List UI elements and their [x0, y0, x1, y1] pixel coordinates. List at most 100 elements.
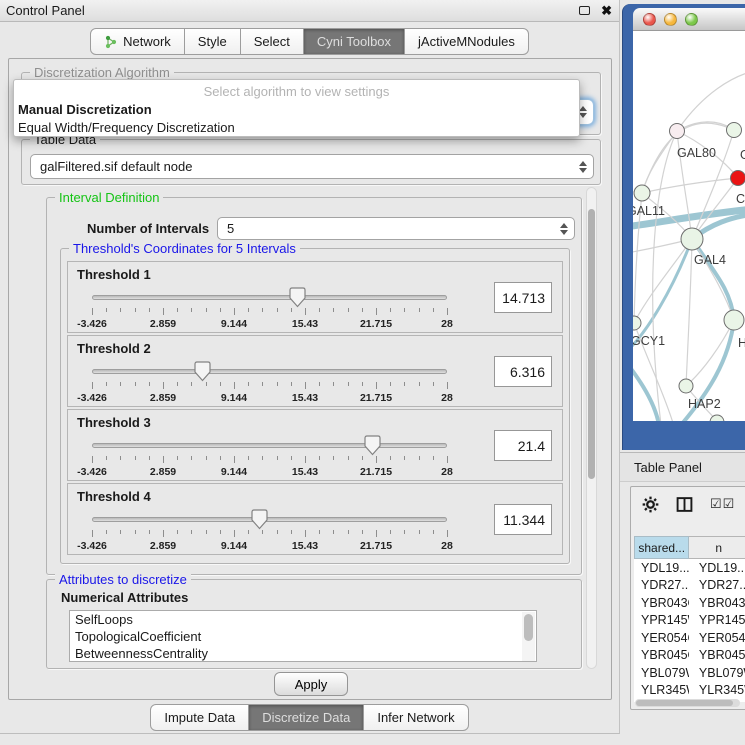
scale-label: 21.715 — [360, 318, 392, 330]
attribute-item-betweennesscentrality[interactable]: BetweennessCentrality — [70, 645, 536, 662]
attribute-item-selfloops[interactable]: SelfLoops — [70, 611, 536, 628]
table-row[interactable]: YBR043CYBR043C — [634, 594, 745, 612]
apply-button[interactable]: Apply — [274, 672, 348, 696]
bottom-tab-impute-data[interactable]: Impute Data — [150, 704, 249, 731]
table-row[interactable]: YLR345WYLR345W — [634, 682, 745, 700]
attribute-item-topologicalcoefficient[interactable]: TopologicalCoefficient — [70, 628, 536, 645]
network-node-ga[interactable] — [727, 123, 742, 138]
numerical-attributes-list[interactable]: SelfLoopsTopologicalCoefficientBetweenne… — [69, 610, 537, 662]
table-row[interactable]: YBL079WYBL079W — [634, 664, 745, 682]
table-row[interactable]: YPR145WYPR145W — [634, 612, 745, 630]
slider-scale-labels: -3.4262.8599.14415.4321.71528 — [92, 392, 447, 404]
slider-thumb-handle[interactable] — [194, 361, 211, 382]
number-of-intervals-select[interactable]: 5 — [217, 217, 575, 240]
scale-label: 28 — [441, 392, 453, 404]
table-row[interactable]: YDR27...YDR27... — [634, 577, 745, 595]
table-panel-body: ☑☑ shared...nYDL19...YDL19...YDR27...YDR… — [630, 486, 745, 710]
settings-scrollbar-thumb[interactable] — [588, 209, 595, 479]
tick-mark — [120, 382, 121, 386]
threshold-slider[interactable]: -3.4262.8599.14415.4321.71528 — [92, 286, 447, 332]
network-edge[interactable] — [642, 131, 677, 193]
tab-network[interactable]: Network — [90, 28, 185, 55]
threshold-slider[interactable]: -3.4262.8599.14415.4321.71528 — [92, 360, 447, 406]
column-header-n[interactable]: n — [689, 536, 745, 559]
scale-label: 28 — [441, 318, 453, 330]
network-node-gal4[interactable] — [681, 228, 703, 250]
network-edge[interactable] — [634, 239, 692, 323]
tab-jactivemnodules[interactable]: jActiveMNodules — [405, 28, 529, 55]
scale-label: 2.859 — [150, 392, 176, 404]
threshold-slider[interactable]: -3.4262.8599.14415.4321.71528 — [92, 434, 447, 480]
table-row[interactable]: YER054CYER054C — [634, 629, 745, 647]
threshold-label: Threshold 1 — [77, 267, 151, 282]
network-node-c[interactable] — [731, 171, 745, 186]
close-traffic-light[interactable] — [643, 13, 656, 26]
slider-thumb-handle[interactable] — [251, 509, 268, 530]
threshold-slider[interactable]: -3.4262.8599.14415.4321.71528 — [92, 508, 447, 554]
cyni-toolbox-panel: Discretization Algorithm Select algorith… — [8, 58, 612, 700]
network-edge-highlighted[interactable] — [692, 239, 734, 320]
control-panel-titlebar: Control Panel ✖ — [0, 0, 619, 22]
threshold-value-field[interactable]: 11.344 — [494, 504, 552, 535]
algorithm-option-equal-width-frequency[interactable]: Equal Width/Frequency Discretization — [16, 120, 575, 135]
tick-mark — [135, 530, 136, 534]
scale-label: -3.426 — [77, 392, 107, 404]
network-edge[interactable] — [642, 178, 738, 193]
table-row[interactable]: YBR045CYBR045C — [634, 647, 745, 665]
node-table[interactable]: shared...nYDL19...YDL19...YDR27...YDR27.… — [634, 536, 745, 702]
tick-mark — [92, 456, 93, 463]
network-edge[interactable] — [686, 239, 692, 386]
threshold-value-field[interactable]: 14.713 — [494, 282, 552, 313]
split-columns-icon[interactable] — [676, 496, 693, 513]
tick-mark — [319, 456, 320, 460]
column-header-shared[interactable]: shared... — [634, 536, 689, 559]
checkbox-columns-icon[interactable]: ☑☑ — [710, 496, 735, 512]
threshold-value-field[interactable]: 6.316 — [494, 356, 552, 387]
network-node-gcy1[interactable] — [633, 316, 641, 330]
float-window-icon[interactable] — [579, 6, 590, 15]
minimize-traffic-light[interactable] — [664, 13, 677, 26]
tick-mark — [177, 308, 178, 312]
tick-mark — [404, 382, 405, 386]
close-icon[interactable]: ✖ — [601, 3, 612, 19]
slider-thumb-handle[interactable] — [289, 287, 306, 308]
tab-label: Style — [198, 34, 227, 49]
threshold-value-field[interactable]: 21.4 — [494, 430, 552, 461]
tab-cyni-toolbox[interactable]: Cyni Toolbox — [304, 28, 405, 55]
bottom-tab-infer-network[interactable]: Infer Network — [364, 704, 468, 731]
table-data-group: Table Data galFiltered.sif default node — [21, 139, 601, 185]
table-data-select[interactable]: galFiltered.sif default node — [30, 154, 594, 179]
tab-select[interactable]: Select — [241, 28, 304, 55]
tick-mark — [305, 382, 306, 389]
network-node-hap2[interactable] — [679, 379, 693, 393]
tick-mark — [291, 456, 292, 460]
algorithm-option-manual-discretization[interactable]: Manual Discretization — [16, 102, 575, 117]
tick-mark — [262, 308, 263, 312]
tick-mark — [376, 382, 377, 389]
attributes-scrollbar-thumb[interactable] — [524, 614, 533, 641]
table-hscrollbar-thumb[interactable] — [636, 700, 733, 706]
slider-track — [92, 443, 447, 448]
gear-icon[interactable] — [642, 496, 659, 513]
network-canvas[interactable]: GAL80GACGAL11GAL4GCY1HHAP2 — [633, 31, 745, 421]
settings-vertical-scrollbar[interactable] — [586, 187, 597, 669]
zoom-traffic-light[interactable] — [685, 13, 698, 26]
bottom-tab-discretize-data[interactable]: Discretize Data — [249, 704, 364, 731]
tick-mark — [220, 382, 221, 386]
slider-thumb-handle[interactable] — [364, 435, 381, 456]
network-node-gal11[interactable] — [634, 185, 650, 201]
table-horizontal-scrollbar[interactable] — [635, 699, 740, 707]
control-panel-window: Control Panel ✖ Network Style SelectCyni T… — [0, 0, 620, 734]
network-node-gal80[interactable] — [670, 124, 685, 139]
scale-label: 15.43 — [292, 392, 318, 404]
threshold-panel-3: Threshold 3-3.4262.8599.14415.4321.71528… — [67, 409, 563, 481]
tick-mark — [248, 382, 249, 386]
tab-style[interactable]: Style — [185, 28, 241, 55]
tab-label: Network — [123, 34, 171, 49]
table-row[interactable]: YDL19...YDL19... — [634, 559, 745, 577]
interval-definition-group: Interval Definition Number of Intervals … — [46, 197, 582, 575]
network-node-h[interactable] — [724, 310, 744, 330]
attributes-scrollbar[interactable] — [522, 612, 535, 662]
slider-scale-labels: -3.4262.8599.14415.4321.71528 — [92, 318, 447, 330]
tick-mark — [447, 382, 448, 389]
